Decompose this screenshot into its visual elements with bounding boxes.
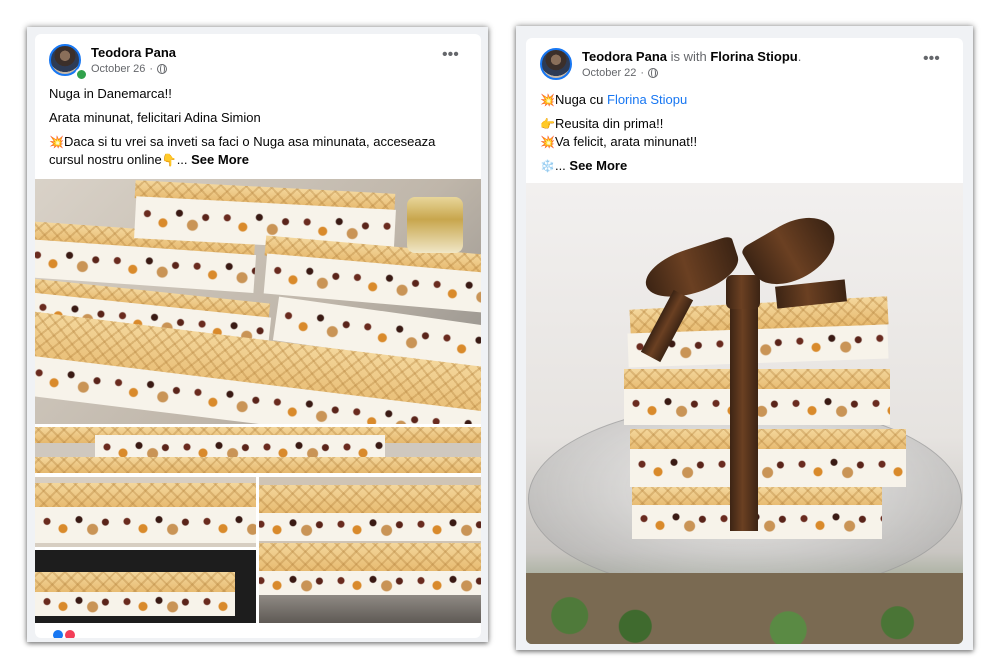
pointing-right-emoji-icon: 👉 [540, 117, 555, 131]
tray-image [259, 595, 481, 623]
right-post-frame: Teodora Pana is with Florina Stiopu. Oct… [516, 26, 973, 650]
nougat-layer [259, 571, 481, 595]
nougat-layer [35, 592, 235, 616]
globe-icon[interactable] [648, 67, 659, 78]
see-more-link[interactable]: See More [569, 158, 627, 173]
author-line: Teodora Pana [91, 45, 176, 61]
post-text: 💥Nuga cu Florina Stiopu 👉Reusita din pri… [540, 91, 949, 175]
wafer-layer [259, 485, 481, 515]
photo-grid-2[interactable] [259, 477, 481, 623]
post-meta: October 26 · [91, 63, 168, 75]
text-line: ❄️... See More [540, 158, 628, 173]
left-post-frame: Teodora Pana October 26 · ••• Nuga in Da… [27, 27, 488, 642]
jar-image [407, 197, 463, 253]
right-post-header: Teodora Pana is with Florina Stiopu. Oct… [526, 38, 963, 84]
post-date[interactable]: October 26 [91, 63, 145, 75]
greenery [526, 573, 963, 644]
nougat-layer [630, 449, 906, 487]
photo-grid-3[interactable] [35, 550, 256, 623]
online-status-dot [75, 68, 88, 81]
wafer-layer [259, 543, 481, 573]
wafer-layer [630, 429, 906, 451]
tagged-name[interactable]: Florina Stiopu [710, 49, 797, 64]
more-options-icon[interactable]: ••• [442, 47, 459, 63]
text-line: Nuga in Danemarca!! [49, 86, 172, 101]
author-name[interactable]: Teodora Pana [91, 45, 176, 60]
text-line: 💥Va felicit, arata minunat!! [540, 134, 698, 149]
collision-emoji-icon: 💥 [49, 135, 64, 149]
left-post-header: Teodora Pana October 26 · ••• [35, 34, 481, 81]
photo-main[interactable] [35, 179, 481, 424]
right-post-card: Teodora Pana is with Florina Stiopu. Oct… [526, 38, 963, 644]
text-line: Arata minunat, felicitari Adina Simion [49, 110, 261, 125]
post-meta: October 22 · [582, 67, 659, 79]
photo-cake[interactable] [526, 183, 963, 644]
ribbon-band [730, 301, 758, 531]
more-options-icon[interactable]: ••• [923, 51, 940, 67]
collision-emoji-icon: 💥 [540, 93, 555, 107]
wafer-layer [35, 572, 235, 594]
text-line: 💥Nuga cu Florina Stiopu [540, 92, 688, 107]
with-text: is with [667, 49, 711, 64]
love-reaction-icon [65, 630, 75, 638]
ellipsis: ... [176, 152, 192, 167]
author-avatar[interactable] [540, 48, 572, 80]
pointing-down-emoji-icon: 👇 [161, 153, 177, 167]
nougat-layer [259, 513, 481, 541]
see-more-link[interactable]: See More [191, 152, 249, 167]
post-text: Nuga in Danemarca!! Arata minunat, felic… [49, 85, 467, 169]
snowflake-emoji-icon: ❄️ [540, 159, 555, 173]
photo-strip[interactable] [35, 427, 481, 473]
reactions-row[interactable] [53, 630, 79, 638]
text-line: 👉Reusita din prima!! [540, 116, 664, 131]
nougat-layer [35, 507, 256, 543]
photo-grid-1[interactable] [35, 477, 256, 547]
text-paragraph: 💥Daca si tu vrei sa inveti sa faci o Nug… [49, 133, 467, 169]
like-reaction-icon [53, 630, 63, 638]
mention-link[interactable]: Florina Stiopu [607, 92, 687, 107]
globe-icon[interactable] [157, 63, 168, 74]
left-post-card: Teodora Pana October 26 · ••• Nuga in Da… [35, 34, 481, 638]
post-date[interactable]: October 22 [582, 67, 636, 79]
ribbon-knot [726, 275, 760, 309]
wafer-layer [35, 483, 256, 509]
collision-emoji-icon: 💥 [540, 135, 555, 149]
author-line: Teodora Pana is with Florina Stiopu. [582, 49, 802, 64]
wafer-layer [35, 457, 481, 473]
author-name[interactable]: Teodora Pana [582, 49, 667, 64]
